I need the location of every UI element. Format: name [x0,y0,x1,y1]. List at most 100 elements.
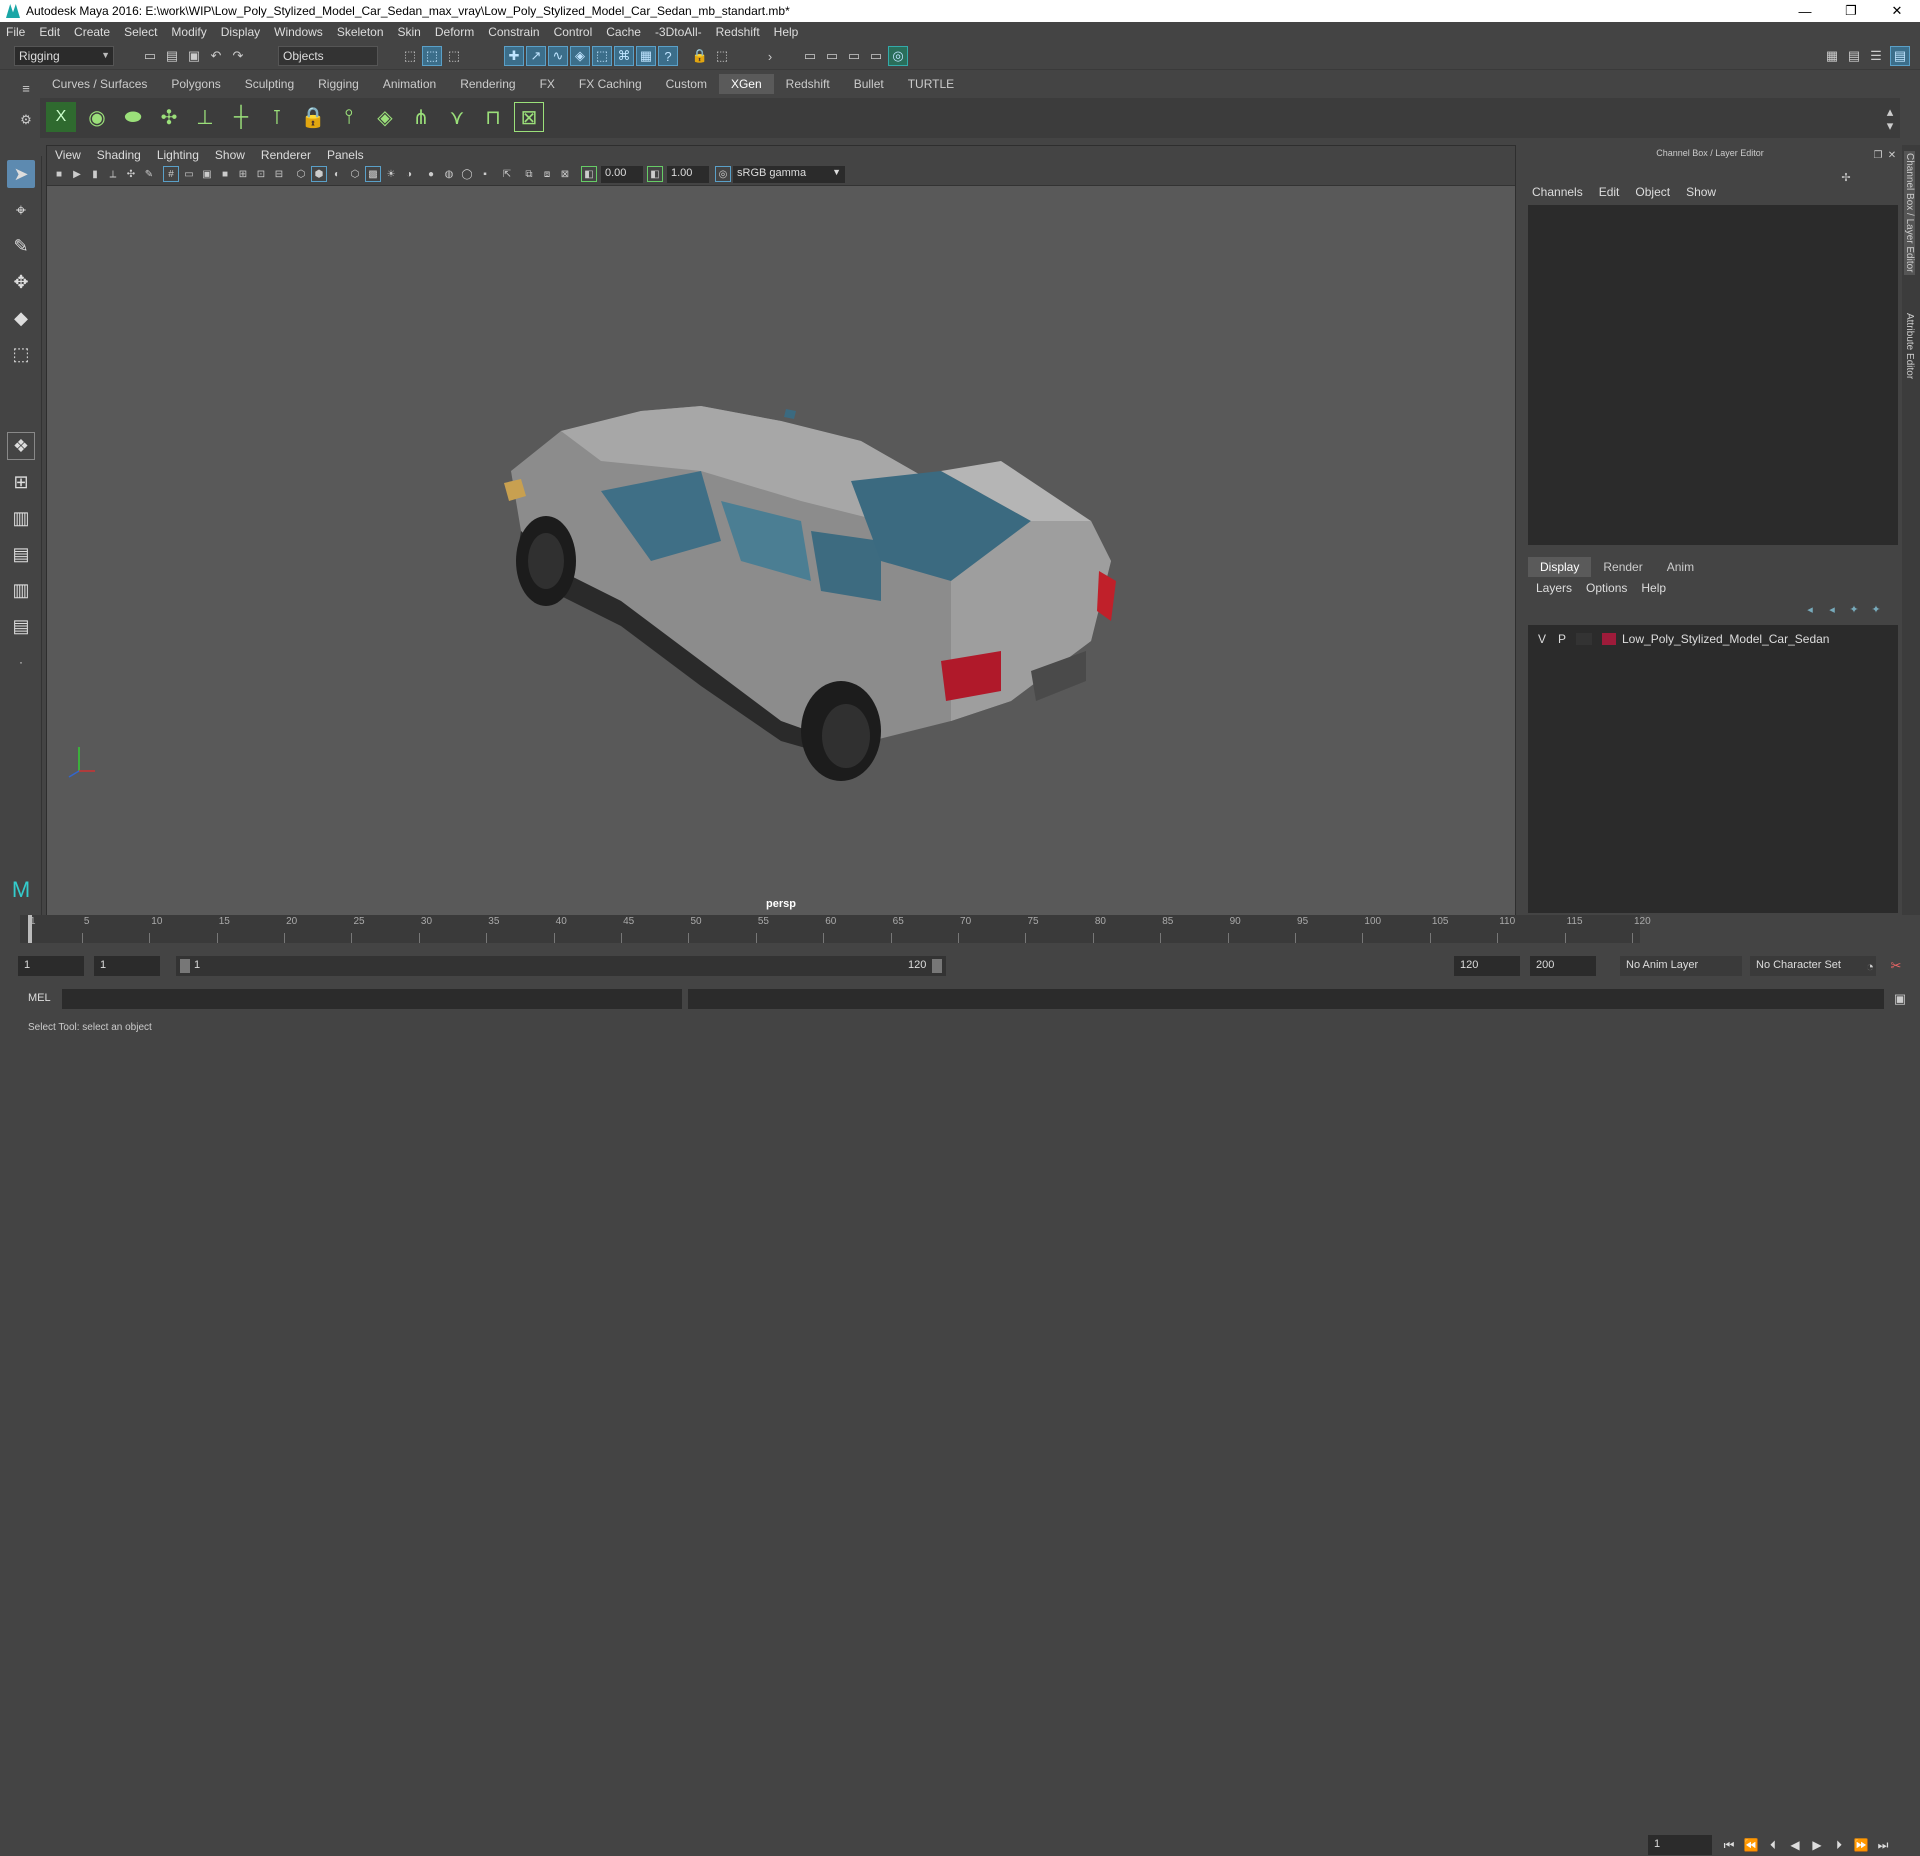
menu-redshift[interactable]: Redshift [716,25,760,39]
step-forward-frame-icon[interactable]: ⏵ [1828,1838,1850,1853]
persp-outliner-layout-icon[interactable]: ▥ [7,504,35,532]
color-management-icon[interactable]: ◎ [715,166,731,182]
shelf-settings-icon[interactable]: ⚙ [16,110,36,130]
xray-components-icon[interactable]: ⊠ [557,166,573,182]
xgen-add-guide-icon[interactable]: ┼ [226,102,256,132]
xgen-delete-guide-icon[interactable]: ⊠ [514,102,544,132]
gate-mask-icon[interactable]: ■ [217,166,233,182]
manipulator-icon[interactable]: ✢ [1836,167,1856,187]
wireframe-icon[interactable]: ⬡ [293,166,309,182]
toggle-panels-icon[interactable]: ▤ [1844,46,1864,66]
range-bar[interactable]: 1 120 [176,956,946,976]
play-backward-icon[interactable]: ◀ [1784,1838,1806,1852]
xray-icon[interactable]: ⧉ [521,166,537,182]
playback-end-field[interactable]: 120 [1454,956,1520,976]
smooth-shade-icon[interactable]: ⬢ [311,166,327,182]
anti-aliasing-icon[interactable]: ◯ [459,166,475,182]
motion-blur-icon[interactable]: ◍ [441,166,457,182]
safe-action-icon[interactable]: ⊡ [253,166,269,182]
tab-attribute-editor[interactable]: Attribute Editor [1904,313,1915,379]
xgen-collection-icon[interactable]: ⬬ [118,102,148,132]
channel-box-area[interactable] [1528,205,1898,545]
shelf-tab-animation[interactable]: Animation [371,74,448,94]
select-tool-icon[interactable]: ➤ [7,160,35,188]
step-forward-key-icon[interactable]: ⏩ [1850,1838,1872,1852]
color-space-dropdown[interactable]: sRGB gamma ▼ [733,166,845,183]
layers-menu[interactable]: Layers [1536,581,1572,595]
menu-deform[interactable]: Deform [435,25,474,39]
menu-set-dropdown[interactable]: Rigging ▼ [14,46,114,66]
menu-modify[interactable]: Modify [171,25,206,39]
exposure-icon[interactable]: ◧ [581,166,597,182]
viewport-menu-show[interactable]: Show [215,148,245,162]
mel-label[interactable]: MEL [28,992,51,1004]
viewport-menu-view[interactable]: View [55,148,81,162]
character-set-dropdown[interactable]: No Character Set [1750,956,1876,976]
xgen-place-icon[interactable]: ⊥ [190,102,220,132]
menu-file[interactable]: File [6,25,25,39]
options-menu[interactable]: Options [1586,581,1627,595]
screen-space-ao-icon[interactable]: ● [423,166,439,182]
shelf-tab-xgen[interactable]: XGen [718,74,774,94]
animation-start-field[interactable]: 1 [18,956,84,976]
lock-icon[interactable]: 🔒 [690,46,710,66]
persp-hypershade-layout-icon[interactable]: ▥ [7,576,35,604]
outliner-toggle-icon[interactable]: ☰ [1866,46,1886,66]
bookmark-icon[interactable]: ▮ [87,166,103,182]
symmetry-icon[interactable]: ⬚ [712,46,732,66]
time-slider-bar[interactable]: 1 5 10 15 20 25 30 35 40 45 50 55 60 65 70 75 80 85 90 95 10… [20,915,1651,943]
exposure-field[interactable]: 0.00 [601,166,643,183]
tab-display[interactable]: Display [1528,557,1592,577]
menu-skin[interactable]: Skin [398,25,421,39]
new-layer-icon[interactable]: ✦ [1844,599,1864,619]
menu-cache[interactable]: Cache [606,25,641,39]
menu-control[interactable]: Control [554,25,593,39]
save-scene-icon[interactable]: ▣ [184,46,204,66]
object-menu[interactable]: Object [1635,185,1670,199]
animation-end-field[interactable]: 200 [1530,956,1596,976]
grid-icon[interactable]: # [163,166,179,182]
shelf-tab-turtle[interactable]: TURTLE [896,74,966,94]
wireframe-on-shaded-icon[interactable]: ⬡ [347,166,363,182]
xgen-window-icon[interactable]: X [46,102,76,132]
car-model[interactable] [47,186,1515,914]
workspace-icon[interactable]: ▦ [1822,46,1842,66]
camera-attributes-icon[interactable]: ▶ [69,166,85,182]
viewport-menu-shading[interactable]: Shading [97,148,141,162]
auto-key-icon[interactable]: ◔ [1860,956,1880,976]
use-all-lights-icon[interactable]: ☀ [383,166,399,182]
channels-menu[interactable]: Channels [1532,185,1583,199]
edit-menu[interactable]: Edit [1599,185,1620,199]
scale-tool-icon[interactable]: ⬚ [7,340,35,368]
tab-channel-box-layer-editor[interactable]: Channel Box / Layer Editor [1904,151,1915,275]
snap-point-icon[interactable]: ∿ [548,46,568,66]
move-layer-up-icon[interactable]: ◂ [1800,599,1820,619]
xray-joints-icon[interactable]: ⧈ [539,166,555,182]
current-frame-field[interactable]: 1 [1648,1835,1712,1855]
single-perspective-layout-icon[interactable]: ❖ [7,432,35,460]
safe-title-icon[interactable]: ⊟ [271,166,287,182]
resolution-gate-icon[interactable]: ▣ [199,166,215,182]
persp-graph-layout-icon[interactable]: ▤ [7,540,35,568]
textured-icon[interactable]: ▩ [365,166,381,182]
layer-color-swatch[interactable] [1602,633,1616,645]
xgen-select-guide-icon[interactable]: ⊺ [262,102,292,132]
script-editor-icon[interactable]: ▣ [1890,989,1910,1009]
playback-start-field[interactable]: 1 [94,956,160,976]
menu-display[interactable]: Display [221,25,260,39]
3d-viewport[interactable]: persp [47,186,1515,916]
shelf-tab-bullet[interactable]: Bullet [842,74,896,94]
snap-surface-icon[interactable]: ⬚ [592,46,612,66]
layer-row[interactable]: V P Low_Poly_Stylized_Model_Car_Sedan [1532,631,1894,647]
snap-live-icon[interactable]: ⌘ [614,46,634,66]
layer-visibility-toggle[interactable]: V [1532,632,1552,646]
range-start-handle[interactable] [180,959,190,973]
shelf-tab-redshift[interactable]: Redshift [774,74,842,94]
shadows-icon[interactable]: ◑ [401,166,417,182]
xgen-layers-icon[interactable]: ◈ [370,102,400,132]
history-icon[interactable]: ▦ [636,46,656,66]
step-back-frame-icon[interactable]: ⏴ [1762,1838,1784,1853]
film-gate-icon[interactable]: ▭ [181,166,197,182]
animation-preferences-icon[interactable]: ✂ [1886,956,1906,976]
shelf-scroll-down-icon[interactable]: ▾ [1880,116,1900,136]
